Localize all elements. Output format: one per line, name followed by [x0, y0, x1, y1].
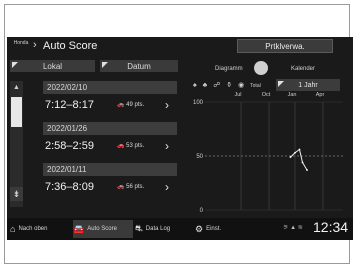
- sort-datum-label: Datum: [127, 61, 151, 71]
- chart-y-tick-label: 0: [200, 208, 204, 214]
- entry-time: 7:12–8:17: [45, 99, 94, 111]
- chart-series-line: [290, 148, 308, 171]
- chart-y-tick-label: 100: [193, 100, 204, 106]
- corner-triangle-icon: [278, 81, 284, 87]
- nav-settings-tab[interactable]: ⚙ Einst.: [195, 220, 239, 238]
- scrollbar-thumb[interactable]: [11, 97, 22, 127]
- scroll-down-icon[interactable]: ⇟: [10, 187, 23, 201]
- nav-auto-score-label: Auto Score: [87, 226, 117, 232]
- clock: 12:34: [313, 219, 349, 235]
- car-icon: 🚗: [117, 184, 125, 190]
- list-item[interactable]: 2:58–2:59 🚗 53 pts. ›: [43, 138, 177, 155]
- chart-data-point: [289, 156, 292, 158]
- total-label: Total: [250, 83, 261, 89]
- nav-data-log-label: Data Log: [145, 226, 171, 232]
- home-icon: ⌂: [10, 224, 16, 234]
- sort-lokal-label: Lokal: [42, 61, 63, 71]
- antenna-icon: ⚞: [283, 225, 289, 231]
- chart-x-tick-label: Apr: [316, 92, 325, 98]
- nav-auto-score-tab[interactable]: 🚘 Auto Score: [73, 220, 133, 238]
- chart-y-tick-label: 50: [196, 154, 203, 160]
- filter-icons: ♠ ♣ ☍ ⚱ ◉ Total: [193, 81, 261, 89]
- chart-data-point: [301, 161, 304, 164]
- entry-points-label: 56 pts.: [126, 184, 145, 190]
- score-chart: 100500JulOct2022JanApr: [193, 92, 343, 214]
- nav-home-tab[interactable]: ⌂ Nach oben: [10, 220, 70, 238]
- chevron-right-icon: ›: [165, 180, 169, 194]
- gear-icon: ⚙: [195, 223, 204, 234]
- corner-triangle-icon: [12, 62, 18, 68]
- chart-data-point: [298, 148, 301, 151]
- sort-datum-button[interactable]: Datum: [100, 60, 178, 72]
- list-date-header: 2022/01/26: [43, 122, 177, 135]
- entry-points: 🚗 53 pts.: [117, 142, 144, 149]
- status-icons: ⚞ ▲ ≋: [283, 224, 303, 231]
- data-log-icon: ⛐: [135, 223, 143, 233]
- diagram-label: Diagramm: [215, 66, 243, 72]
- accel-filter-icon[interactable]: ♠: [193, 82, 199, 89]
- calendar-label: Kalender: [291, 66, 316, 72]
- chart-x-tick-label: Oct: [262, 92, 271, 98]
- chart-x-tick-label: Jul: [234, 92, 241, 98]
- brand-logo-text: Honda: [13, 40, 29, 46]
- steer-filter-icon[interactable]: ☍: [213, 82, 222, 89]
- entry-points-label: 53 pts.: [126, 143, 145, 149]
- chart-data-point: [294, 151, 296, 154]
- car-icon: 🚗: [117, 143, 125, 149]
- nav-settings-label: Einst.: [206, 226, 222, 232]
- entry-points-label: 49 pts.: [126, 102, 145, 108]
- car-icon: 🚗: [117, 102, 125, 108]
- chart-x-tick-label: Jan: [288, 92, 297, 98]
- wifi-icon: ≋: [297, 225, 303, 231]
- period-select[interactable]: 1 Jahr: [276, 79, 340, 91]
- chevron-right-icon: ›: [165, 139, 169, 153]
- back-chevron-icon[interactable]: ›: [33, 39, 37, 51]
- page-title: Auto Score: [43, 40, 98, 52]
- car-icon: 🚘: [73, 223, 85, 234]
- period-label: 1 Jahr: [298, 81, 318, 89]
- chart-data-point: [306, 169, 308, 171]
- sort-lokal-button[interactable]: Lokal: [10, 60, 95, 72]
- chevron-right-icon: ›: [165, 98, 169, 112]
- practical-button[interactable]: Prtklverwa.: [237, 39, 333, 53]
- scroll-up-icon[interactable]: ▲: [10, 81, 23, 93]
- speed-filter-icon[interactable]: ⚱: [226, 82, 234, 89]
- entry-time: 2:58–2:59: [45, 140, 94, 152]
- entry-time: 7:36–8:09: [45, 181, 94, 193]
- infotainment-screen: Honda › Auto Score Prtklverwa. Lokal Dat…: [7, 37, 353, 240]
- nav-data-log-tab[interactable]: ⛐ Data Log: [135, 220, 191, 238]
- entry-points: 🚗 56 pts.: [117, 183, 144, 190]
- signal-icon: ▲: [290, 225, 297, 231]
- list-item[interactable]: 7:36–8:09 🚗 56 pts. ›: [43, 179, 177, 196]
- list-date-header: 2022/01/11: [43, 163, 177, 176]
- view-toggle[interactable]: [254, 61, 268, 75]
- total-filter-icon[interactable]: ◉: [238, 82, 246, 89]
- entry-points: 🚗 49 pts.: [117, 101, 144, 108]
- corner-triangle-icon: [102, 62, 108, 68]
- list-date-header: 2022/02/10: [43, 81, 177, 94]
- brand-logo: Honda: [10, 40, 32, 54]
- list-item[interactable]: 7:12–8:17 🚗 49 pts. ›: [43, 97, 177, 114]
- brake-filter-icon[interactable]: ♣: [203, 82, 210, 89]
- nav-home-label: Nach oben: [18, 226, 48, 232]
